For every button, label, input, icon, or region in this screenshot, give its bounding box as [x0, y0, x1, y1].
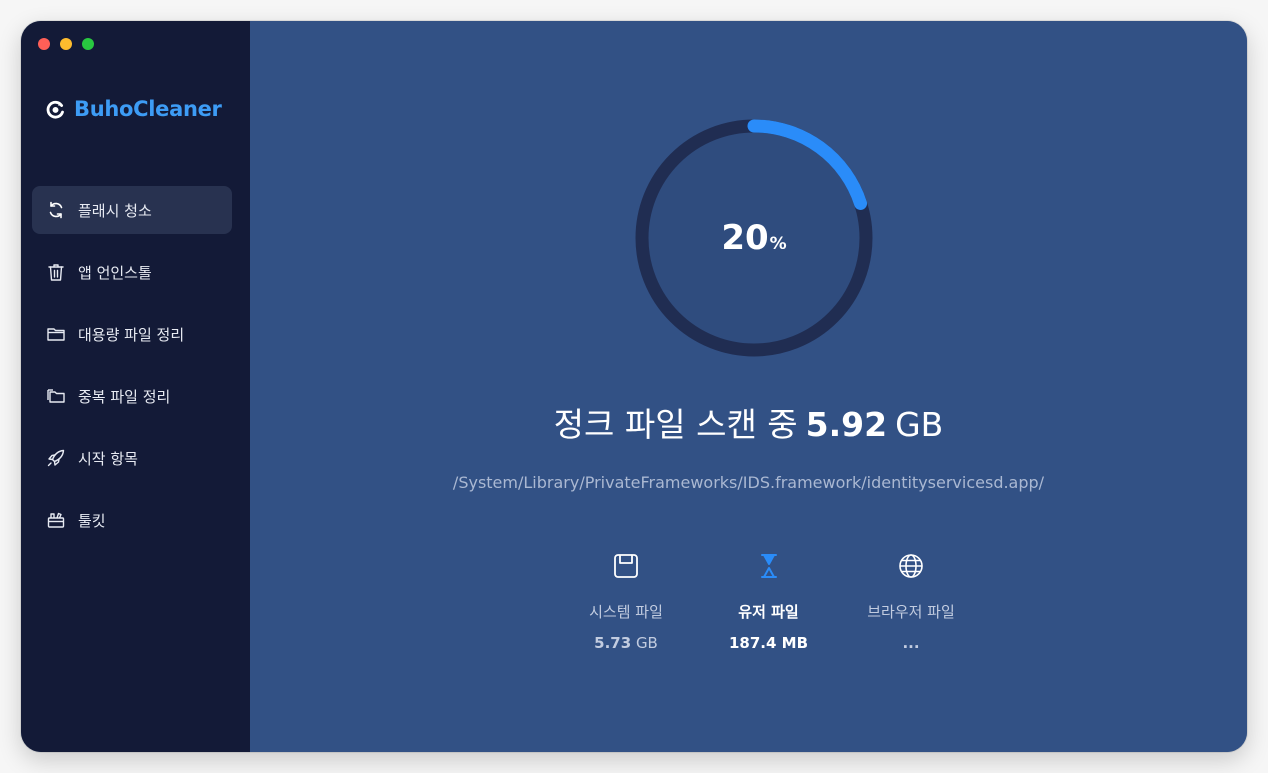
sidebar-item-label: 툴킷 — [78, 511, 106, 530]
progress-unit: % — [769, 234, 787, 254]
scan-status: 정크 파일 스캔 중 5.92 GB — [250, 398, 1247, 446]
app-name: BuhoCleaner — [74, 97, 222, 121]
sidebar-item-duplicate-files[interactable]: 중복 파일 정리 — [32, 372, 232, 420]
category-label: 브라우저 파일 — [867, 603, 955, 621]
buhocleaner-logo-icon — [46, 100, 64, 119]
app-brand: BuhoCleaner — [45, 97, 222, 121]
minimize-window-button[interactable] — [60, 38, 72, 50]
category-browser-files: 브라우저 파일 ... — [851, 551, 971, 652]
category-user-files: 유저 파일 187.4 MB — [709, 551, 829, 652]
toolbox-icon — [46, 510, 66, 530]
progress-readout: 20 % — [634, 118, 874, 358]
sidebar-item-label: 대용량 파일 정리 — [78, 325, 185, 344]
scan-progress-ring: 20 % — [634, 118, 874, 358]
sidebar-item-toolkit[interactable]: 툴킷 — [32, 496, 232, 544]
folder-icon — [46, 324, 66, 344]
zoom-window-button[interactable] — [82, 38, 94, 50]
globe-icon — [896, 551, 926, 581]
progress-value: 20 — [721, 218, 769, 258]
scan-total-size: 5.92 — [805, 405, 888, 444]
app-window: BuhoCleaner 플래시 청소 앱 언인스톨 대용량 파일 정리 중복 파… — [21, 21, 1247, 752]
sidebar-item-flash-clean[interactable]: 플래시 청소 — [32, 186, 232, 234]
trash-icon — [46, 262, 66, 282]
close-window-button[interactable] — [38, 38, 50, 50]
scan-status-text: 정크 파일 스캔 중 — [553, 405, 798, 444]
refresh-icon — [46, 200, 66, 220]
sidebar-item-large-files[interactable]: 대용량 파일 정리 — [32, 310, 232, 358]
category-size: ... — [902, 634, 920, 652]
sidebar-nav: 플래시 청소 앱 언인스톨 대용량 파일 정리 중복 파일 정리 시작 항목 툴… — [32, 186, 232, 558]
rocket-icon — [46, 448, 66, 468]
category-size: 5.73 GB — [594, 634, 658, 652]
category-system-files: 시스템 파일 5.73 GB — [566, 551, 686, 652]
sidebar: BuhoCleaner 플래시 청소 앱 언인스톨 대용량 파일 정리 중복 파… — [21, 21, 250, 752]
window-controls — [38, 38, 94, 50]
current-scan-path: /System/Library/PrivateFrameworks/IDS.fr… — [452, 473, 1045, 492]
sidebar-item-app-uninstall[interactable]: 앱 언인스톨 — [32, 248, 232, 296]
scan-total-unit: GB — [895, 405, 944, 444]
sidebar-item-label: 중복 파일 정리 — [78, 387, 171, 406]
sidebar-item-label: 플래시 청소 — [78, 201, 152, 220]
duplicate-folder-icon — [46, 386, 66, 406]
main-panel: 20 % 정크 파일 스캔 중 5.92 GB /System/Library/Pr… — [250, 21, 1247, 752]
disk-icon — [611, 551, 641, 581]
category-label: 시스템 파일 — [589, 603, 663, 621]
category-label: 유저 파일 — [738, 603, 799, 621]
category-size: 187.4 MB — [728, 634, 809, 652]
sidebar-item-label: 앱 언인스톨 — [78, 263, 152, 282]
hourglass-icon — [754, 551, 784, 581]
scan-categories: 시스템 파일 5.73 GB 유저 파일 187.4 MB 브라우저 파일 ..… — [566, 551, 971, 652]
sidebar-item-label: 시작 항목 — [78, 449, 138, 468]
sidebar-item-startup-items[interactable]: 시작 항목 — [32, 434, 232, 482]
